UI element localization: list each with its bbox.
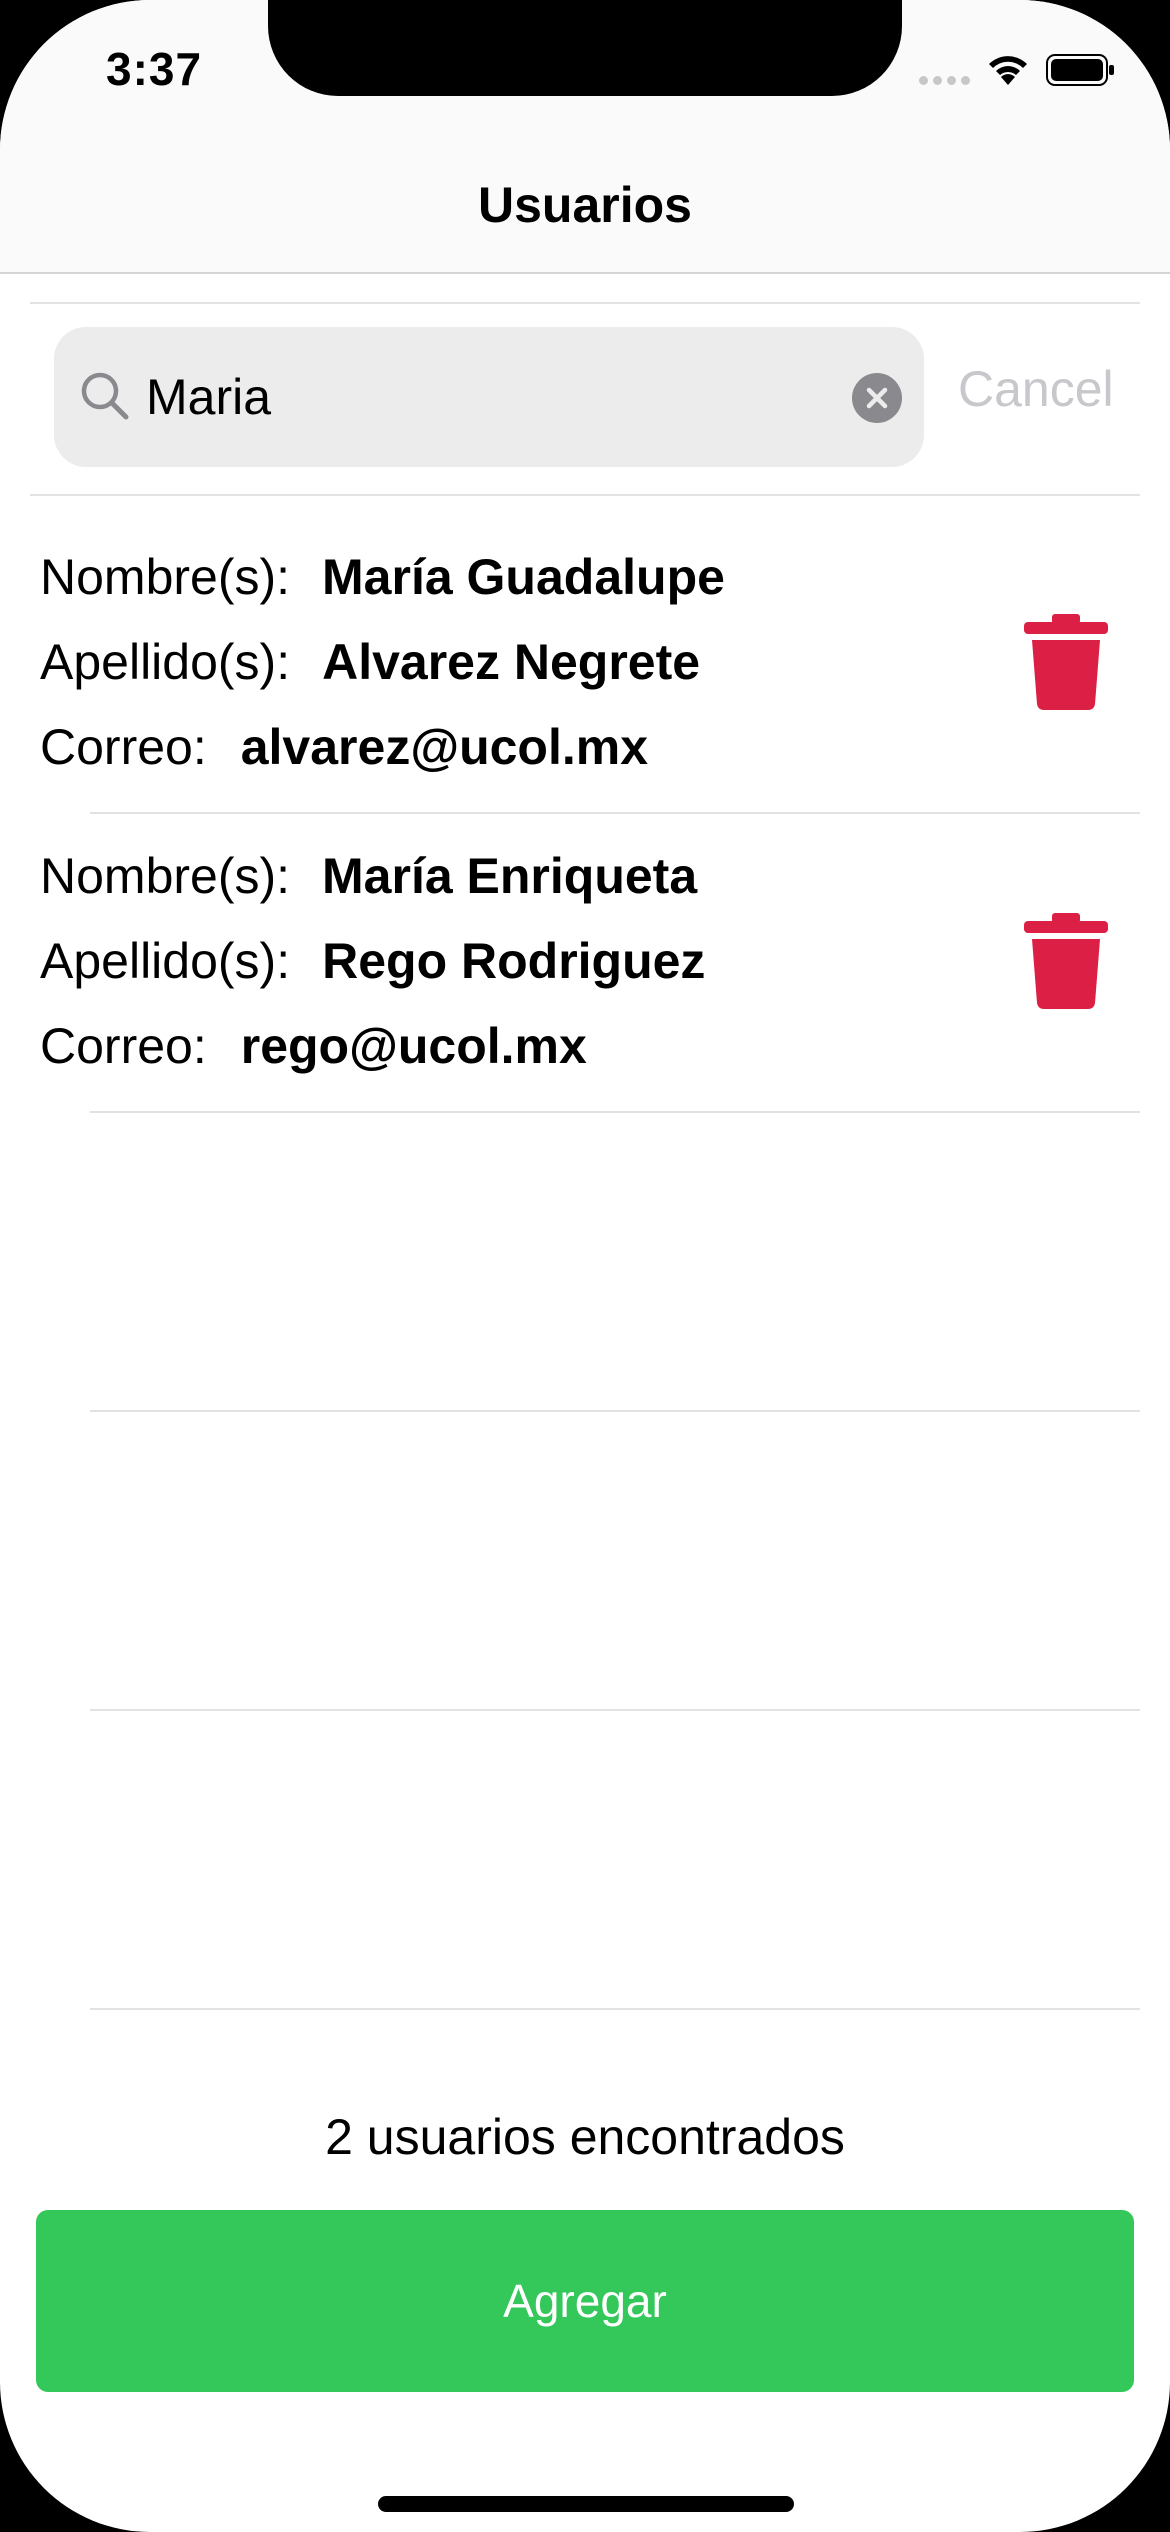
results-count-text: 2 usuarios encontrados — [325, 2109, 845, 2165]
nombre-label: Nombre(s): — [40, 549, 291, 605]
search-input[interactable] — [146, 327, 846, 467]
user-email-row: Correo: alvarez@ucol.mx — [40, 718, 648, 776]
page-title: Usuarios — [478, 177, 692, 233]
row-separator — [90, 1410, 1140, 1412]
wifi-icon — [986, 53, 1030, 87]
correo-value: rego@ucol.mx — [240, 1018, 587, 1074]
trash-icon — [1024, 614, 1108, 710]
row-separator — [90, 2008, 1140, 2010]
navigation-bar: Usuarios — [0, 100, 1170, 274]
home-indicator[interactable] — [378, 2496, 794, 2512]
user-name-row: Nombre(s): María Enriqueta — [40, 847, 697, 905]
correo-label: Correo: — [40, 1018, 207, 1074]
search-icon — [78, 369, 134, 430]
nombre-value: María Guadalupe — [322, 549, 725, 605]
apellido-label: Apellido(s): — [40, 634, 291, 690]
cellular-signal-icon — [919, 55, 970, 85]
user-lastname-row: Apellido(s): Rego Rodriguez — [40, 932, 705, 990]
trash-icon — [1024, 913, 1108, 1009]
list-item-user[interactable]: Nombre(s): María Enriqueta Apellido(s): Re… — [0, 799, 1170, 1097]
correo-value: alvarez@ucol.mx — [240, 719, 649, 775]
list-item-user[interactable]: Nombre(s): María Guadalupe Apellido(s): Al… — [0, 500, 1170, 798]
divider — [30, 302, 1140, 304]
delete-user-button[interactable] — [1024, 614, 1108, 710]
nombre-value: María Enriqueta — [322, 848, 698, 904]
row-separator — [90, 1709, 1140, 1711]
row-separator — [90, 1111, 1140, 1113]
status-icons — [919, 50, 1116, 90]
status-time: 3:37 — [106, 43, 203, 95]
user-lastname-row: Apellido(s): Alvarez Negrete — [40, 633, 700, 691]
user-email-row: Correo: rego@ucol.mx — [40, 1017, 587, 1075]
divider — [30, 494, 1140, 496]
clear-circle-icon[interactable] — [852, 373, 902, 423]
apellido-label: Apellido(s): — [40, 933, 291, 989]
battery-icon — [1046, 53, 1116, 87]
search-bar[interactable] — [54, 327, 924, 467]
cancel-button[interactable]: Cancel — [958, 360, 1114, 418]
app-screen: 3:37 Usuarios Maria Cancel Nombre(s): Ma… — [0, 0, 1170, 2532]
correo-label: Correo: — [40, 719, 207, 775]
nombre-label: Nombre(s): — [40, 848, 291, 904]
user-name-row: Nombre(s): María Guadalupe — [40, 548, 725, 606]
device-notch — [268, 0, 902, 96]
apellido-value: Alvarez Negrete — [322, 634, 701, 690]
add-user-button[interactable]: Agregar — [36, 2210, 1134, 2392]
delete-user-button[interactable] — [1024, 913, 1108, 1009]
apellido-value: Rego Rodriguez — [322, 933, 706, 989]
